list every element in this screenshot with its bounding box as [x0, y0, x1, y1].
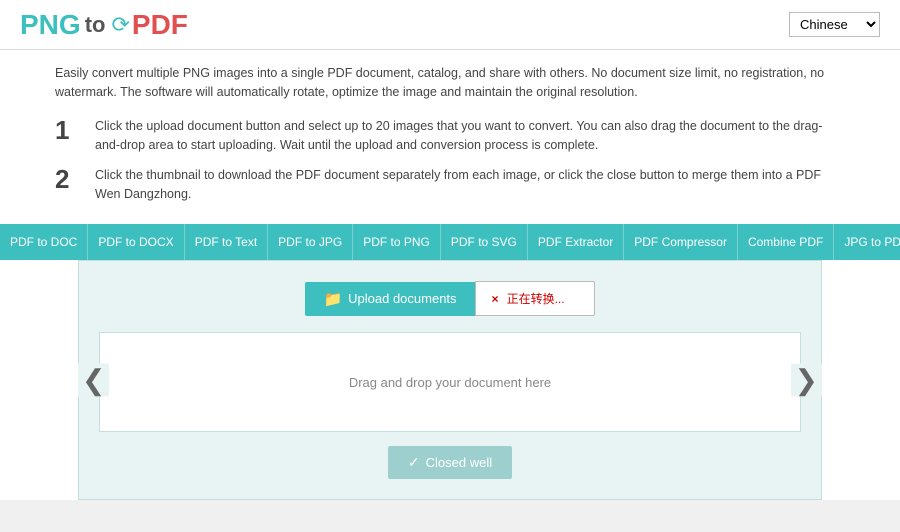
nav-item[interactable]: PDF to DOC: [0, 224, 88, 260]
steps: 1 Click the upload document button and s…: [0, 117, 900, 225]
nav-item[interactable]: Combine PDF: [738, 224, 834, 260]
upload-bar: 📁 Upload documents × 正在转换...: [305, 281, 594, 316]
upload-btn-label: Upload documents: [348, 291, 456, 306]
upload-section: 📁 Upload documents × 正在转换... Drag and dr…: [78, 260, 822, 500]
nav-item[interactable]: PDF to JPG: [268, 224, 353, 260]
check-icon: ✓: [408, 454, 420, 471]
step-1: 1 Click the upload document button and s…: [55, 117, 845, 156]
nav-item[interactable]: PDF to PNG: [353, 224, 441, 260]
logo-pdf: PDF: [132, 9, 188, 41]
logo: PNG to ⟳ PDF: [20, 9, 188, 41]
description: Easily convert multiple PNG images into …: [0, 50, 900, 117]
upload-button[interactable]: 📁 Upload documents: [305, 282, 474, 316]
status-x[interactable]: ×: [492, 292, 499, 306]
folder-icon: 📁: [323, 290, 342, 308]
nav-item[interactable]: PDF to DOCX: [88, 224, 184, 260]
left-arrow[interactable]: ❮: [78, 364, 109, 397]
status-text: 正在转换...: [507, 290, 565, 307]
language-select[interactable]: ChineseEnglishJapaneseKoreanFrenchGerman…: [789, 12, 880, 37]
step-1-text: Click the upload document button and sel…: [95, 117, 845, 156]
close-btn-label: Closed well: [426, 455, 492, 470]
header: PNG to ⟳ PDF ChineseEnglishJapaneseKorea…: [0, 0, 900, 50]
main-content: Easily convert multiple PNG images into …: [0, 50, 900, 500]
step-2-text: Click the thumbnail to download the PDF …: [95, 166, 845, 205]
step-1-number: 1: [55, 117, 85, 143]
upload-status: × 正在转换...: [475, 281, 595, 316]
nav-item[interactable]: PDF Compressor: [624, 224, 738, 260]
step-2: 2 Click the thumbnail to download the PD…: [55, 166, 845, 205]
step-2-number: 2: [55, 166, 85, 192]
right-arrow[interactable]: ❯: [791, 364, 822, 397]
nav-item[interactable]: PDF to SVG: [441, 224, 528, 260]
description-text: Easily convert multiple PNG images into …: [55, 64, 845, 103]
logo-png: PNG: [20, 9, 81, 41]
drop-area[interactable]: Drag and drop your document here: [99, 332, 801, 432]
nav-bar: PDF to DOCPDF to DOCXPDF to TextPDF to J…: [0, 224, 900, 260]
nav-item[interactable]: PDF to Text: [185, 224, 268, 260]
logo-arrow: ⟳: [111, 12, 129, 38]
drop-text: Drag and drop your document here: [349, 375, 551, 390]
content-wrapper: ❮ 📁 Upload documents × 正在转换... Drag and …: [0, 260, 900, 500]
close-button[interactable]: ✓ Closed well: [388, 446, 512, 479]
logo-to: to: [85, 12, 106, 38]
nav-item[interactable]: PDF Extractor: [528, 224, 624, 260]
nav-item[interactable]: JPG to PDF: [834, 224, 900, 260]
